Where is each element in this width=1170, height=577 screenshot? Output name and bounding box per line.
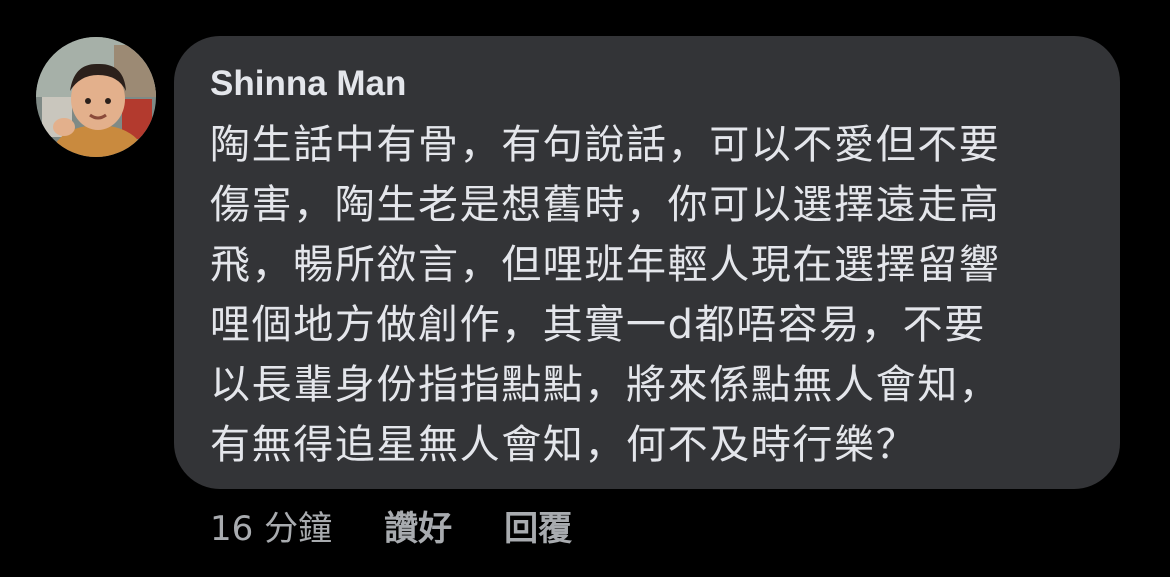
comment-text-line: 以長輩身份指指點點，將來係點無人會知， xyxy=(210,362,1001,408)
avatar-photo xyxy=(36,37,156,157)
comment-timestamp[interactable]: 16 分鐘 xyxy=(210,501,332,550)
like-button[interactable]: 讚好 xyxy=(384,501,452,550)
comment-text-line: 飛，暢所欲言，但哩班年輕人現在選擇留響 xyxy=(210,242,1001,288)
comment-text-line: 有無得追星無人會知，何不及時行樂？ xyxy=(210,422,918,468)
comment-bubble: Shinna Man 陶生話中有骨，有句說話，可以不愛但不要 傷害，陶生老是想舊… xyxy=(174,36,1120,489)
comment-author[interactable]: Shinna Man xyxy=(210,64,406,104)
comment-actions: 16 分鐘 讚好 回覆 xyxy=(210,501,624,550)
reply-button[interactable]: 回覆 xyxy=(504,501,572,550)
comment-text-line: 傷害，陶生老是想舊時，你可以選擇遠走高 xyxy=(210,182,1001,228)
comment-text-line: 哩個地方做創作，其實一d都唔容易，不要 xyxy=(210,302,986,348)
avatar[interactable] xyxy=(36,37,156,157)
comment-text: 陶生話中有骨，有句說話，可以不愛但不要 傷害，陶生老是想舊時，你可以選擇遠走高 … xyxy=(210,115,1090,475)
comment-text-line: 陶生話中有骨，有句說話，可以不愛但不要 xyxy=(210,122,1001,168)
